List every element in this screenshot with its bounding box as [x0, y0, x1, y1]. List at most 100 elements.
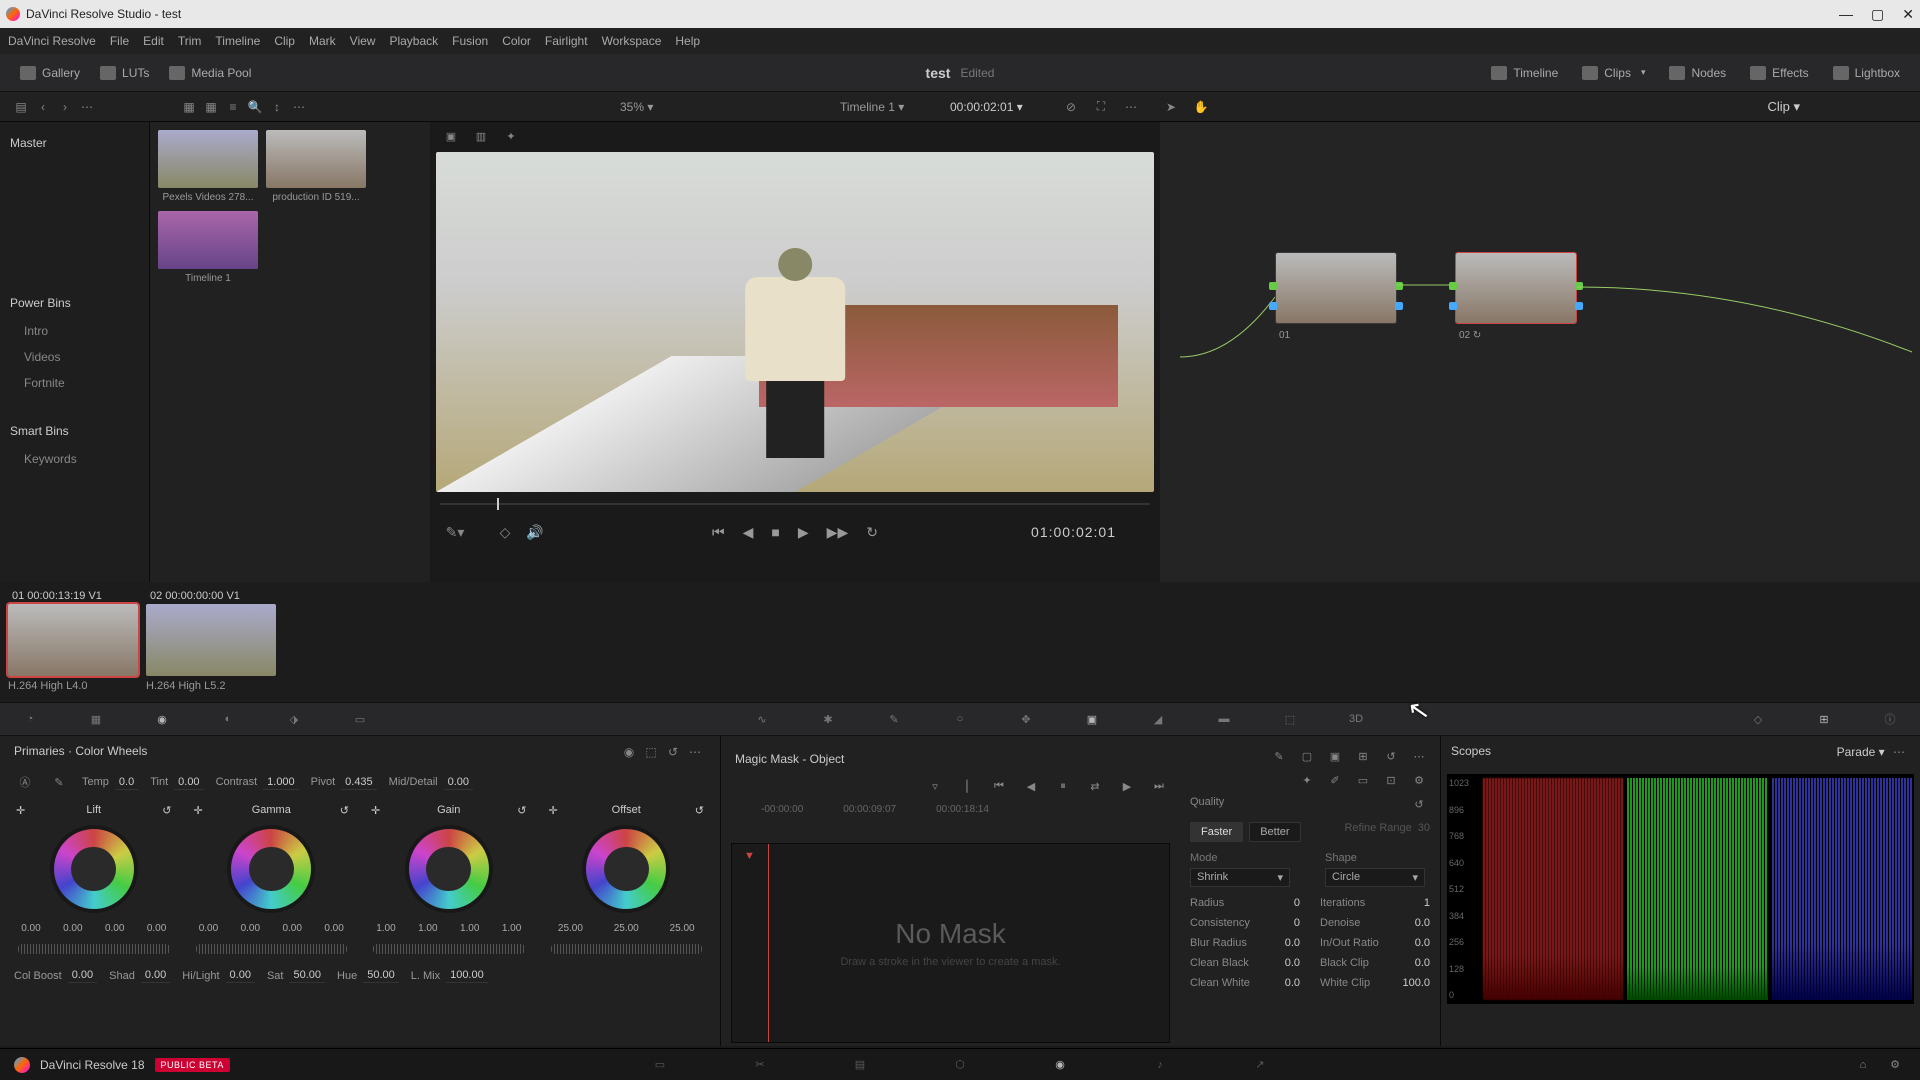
scopes-icon[interactable]: ⊞: [1814, 709, 1834, 729]
menu-item[interactable]: Color: [502, 34, 531, 48]
sat-value[interactable]: 50.00: [289, 968, 325, 983]
invert-icon[interactable]: ▣: [1327, 748, 1343, 764]
blur-icon[interactable]: ◢: [1148, 709, 1168, 729]
shape-select[interactable]: Circle▾: [1325, 868, 1425, 887]
bin-item[interactable]: Keywords: [0, 446, 149, 472]
warper-icon[interactable]: ✱: [818, 709, 838, 729]
nav-fwd-icon[interactable]: ›: [57, 99, 73, 115]
param-value[interactable]: 0.0: [1285, 937, 1300, 949]
more-icon[interactable]: ⋯: [79, 99, 95, 115]
prev-frame-icon[interactable]: ◀: [743, 524, 754, 541]
smart-bins-header[interactable]: Smart Bins: [0, 416, 149, 446]
pivot-value[interactable]: 0.435: [341, 775, 377, 790]
grid-view-icon[interactable]: ▦: [203, 99, 219, 115]
unmix-icon[interactable]: ◇: [497, 524, 513, 540]
effects-button[interactable]: Effects: [1740, 62, 1818, 84]
wand-icon[interactable]: ✦: [503, 128, 519, 144]
deliver-page-icon[interactable]: ↗: [1250, 1055, 1270, 1075]
reset-icon[interactable]: ↺: [665, 744, 681, 760]
camera-raw-icon[interactable]: ◔: [20, 709, 40, 729]
brush-icon[interactable]: ✐: [1327, 772, 1343, 788]
close-icon[interactable]: ✕: [1902, 6, 1914, 23]
project-settings-icon[interactable]: ⚙: [1887, 1057, 1903, 1073]
keyframe-add-icon[interactable]: ▿: [927, 778, 943, 794]
quality-better[interactable]: Better: [1249, 822, 1300, 842]
bypass-icon[interactable]: ⊘: [1063, 99, 1079, 115]
scope-opts-icon[interactable]: ⋯: [1891, 744, 1907, 760]
media-page-icon[interactable]: ▭: [650, 1055, 670, 1075]
bin-item[interactable]: Videos: [0, 344, 149, 370]
nav-back-icon[interactable]: ‹: [35, 99, 51, 115]
split-icon[interactable]: ▥: [473, 128, 489, 144]
mask-opts-icon[interactable]: ⋯: [1411, 748, 1427, 764]
media-thumb[interactable]: production ID 519...: [266, 130, 366, 203]
sort-icon[interactable]: ↕: [269, 99, 285, 115]
media-thumb[interactable]: Pexels Videos 278...: [158, 130, 258, 203]
param-value[interactable]: 0.0: [1415, 917, 1430, 929]
magic-mask-icon[interactable]: ▣: [1082, 709, 1102, 729]
viewer-zoom[interactable]: 35% ▾: [620, 100, 653, 114]
menu-item[interactable]: Edit: [143, 34, 164, 48]
next-frame-icon[interactable]: ▶▶: [827, 524, 849, 541]
master-bin[interactable]: Master: [0, 128, 149, 158]
menu-item[interactable]: Workspace: [602, 34, 662, 48]
bin-item[interactable]: Fortnite: [0, 370, 149, 396]
color-wheels-icon[interactable]: ◉: [152, 709, 172, 729]
quality-faster[interactable]: Faster: [1190, 822, 1243, 842]
color-wheel-gamma[interactable]: ✛Gamma↺ 0.000.000.000.00: [188, 804, 356, 954]
luts-button[interactable]: LUTs: [90, 62, 159, 84]
overlay-icon[interactable]: ⊞: [1355, 748, 1371, 764]
node-mode[interactable]: Clip ▾: [1767, 99, 1800, 115]
menu-item[interactable]: Fusion: [452, 34, 488, 48]
mask-timeline[interactable]: ▼ No Mask Draw a stroke in the viewer to…: [731, 843, 1170, 1043]
hue-value[interactable]: 50.00: [363, 968, 399, 983]
viewer-canvas[interactable]: [436, 152, 1154, 492]
param-value[interactable]: 0: [1294, 897, 1300, 909]
bin-view-icon[interactable]: ▤: [13, 99, 29, 115]
menu-item[interactable]: Help: [675, 34, 700, 48]
track-both-icon[interactable]: ⇄: [1087, 778, 1103, 794]
node-02[interactable]: 02 ↻: [1455, 252, 1577, 341]
source-timecode[interactable]: 00:00:02:01 ▾: [950, 100, 1023, 114]
color-wheel-lift[interactable]: ✛Lift↺ 0.000.000.000.00: [10, 804, 178, 954]
search-icon[interactable]: 🔍: [247, 99, 263, 115]
maximize-icon[interactable]: ▢: [1871, 6, 1884, 23]
contrast-value[interactable]: 1.000: [263, 775, 299, 790]
sizing-icon[interactable]: ⬚: [1280, 709, 1300, 729]
home-icon[interactable]: ⌂: [1855, 1057, 1871, 1073]
fairlight-page-icon[interactable]: ♪: [1150, 1055, 1170, 1075]
colboost-value[interactable]: 0.00: [68, 968, 97, 983]
hdr-icon[interactable]: ◐: [218, 709, 238, 729]
mask-playhead-icon[interactable]: ▼: [744, 850, 755, 862]
track-rev-icon[interactable]: ⏮: [991, 778, 1007, 794]
hand-icon[interactable]: ✋: [1193, 99, 1209, 115]
color-page-icon[interactable]: ◉: [1050, 1055, 1070, 1075]
node-01[interactable]: 01: [1275, 252, 1397, 341]
cut-page-icon[interactable]: ✂: [750, 1055, 770, 1075]
pointer-icon[interactable]: ➤: [1163, 99, 1179, 115]
fusion-page-icon[interactable]: ⬡: [950, 1055, 970, 1075]
opts-icon[interactable]: ⋯: [291, 99, 307, 115]
menu-item[interactable]: Playback: [389, 34, 438, 48]
key-icon[interactable]: ▬: [1214, 709, 1234, 729]
color-wheel-offset[interactable]: ✛Offset↺ 25.0025.0025.00: [543, 804, 711, 954]
curves-icon[interactable]: ∿: [752, 709, 772, 729]
lmix-value[interactable]: 100.00: [446, 968, 488, 983]
node-graph[interactable]: 01 02 ↻: [1160, 122, 1920, 582]
shad-value[interactable]: 0.00: [141, 968, 170, 983]
param-value[interactable]: 0.0: [1415, 937, 1430, 949]
track-end-icon[interactable]: ⏭: [1151, 778, 1167, 794]
viewer-opts-icon[interactable]: ⋯: [1123, 99, 1139, 115]
param-value[interactable]: 0.0: [1285, 957, 1300, 969]
param-value[interactable]: 1: [1424, 897, 1430, 909]
info-icon[interactable]: ⓘ: [1880, 709, 1900, 729]
wand2-icon[interactable]: ✦: [1299, 772, 1315, 788]
settings-icon[interactable]: ⚙: [1411, 772, 1427, 788]
color-wheel-gain[interactable]: ✛Gain↺ 1.001.001.001.00: [365, 804, 533, 954]
timeline-selector[interactable]: Timeline 1 ▾: [840, 100, 904, 114]
lightbox-button[interactable]: Lightbox: [1823, 62, 1910, 84]
edit-page-icon[interactable]: ▤: [850, 1055, 870, 1075]
audio-icon[interactable]: 🔊: [527, 524, 543, 540]
menu-item[interactable]: Timeline: [215, 34, 260, 48]
scope-mode[interactable]: Parade: [1837, 745, 1876, 759]
